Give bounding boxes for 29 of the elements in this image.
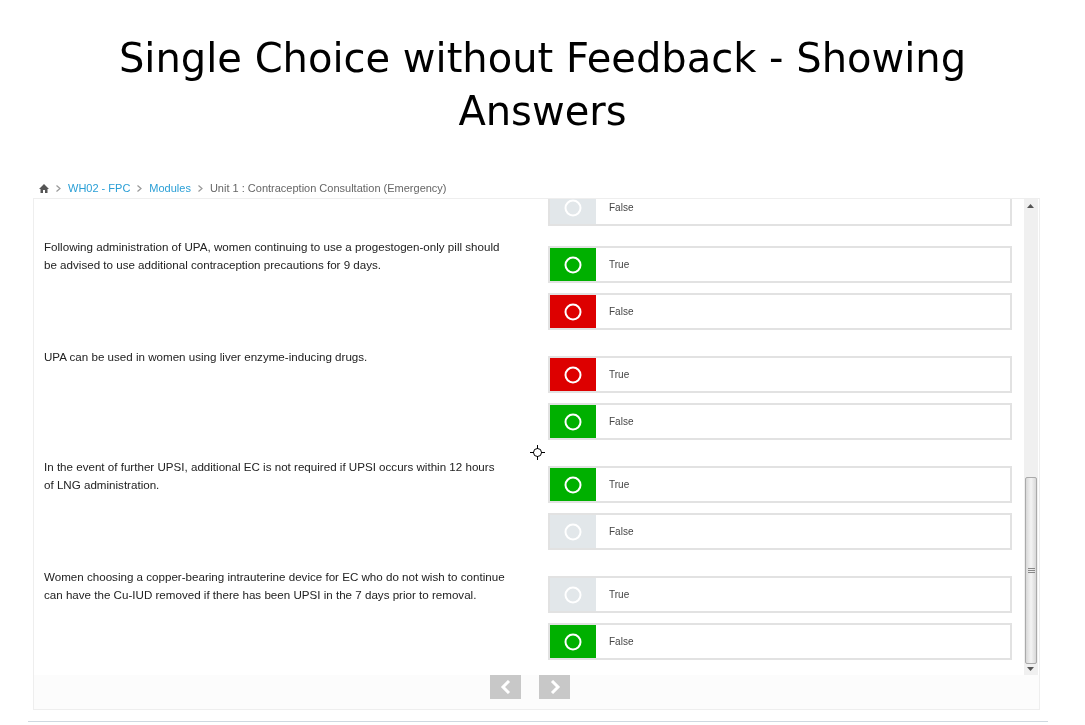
answer-option[interactable]: True bbox=[548, 356, 1012, 393]
answer-option[interactable]: False bbox=[548, 293, 1012, 330]
breadcrumb-current: Unit 1 : Contraception Consultation (Emergency) bbox=[209, 182, 447, 194]
previous-button[interactable] bbox=[490, 675, 521, 699]
answer-option[interactable]: False bbox=[548, 199, 1012, 226]
page-title: Single Choice without Feedback - Showing Answers bbox=[117, 34, 968, 136]
answer-option[interactable]: True bbox=[548, 576, 1012, 613]
question-text: Women choosing a copper-bearing intrauterine device for EC who do not wish to continue can have the Cu-IUD removed if there has been UPSI in the 7 days prior to removal. bbox=[44, 569, 506, 603]
chevron-right-icon bbox=[548, 680, 561, 694]
scrollbar[interactable] bbox=[1024, 199, 1038, 675]
chevron-icon bbox=[137, 184, 143, 192]
answer-option[interactable]: True bbox=[548, 246, 1012, 283]
answer-option[interactable]: True bbox=[548, 466, 1012, 503]
answer-option[interactable]: False bbox=[548, 403, 1012, 440]
question-text: In the event of further UPSI, additional EC is not required if UPSI occurs within 12 hours of LNG administration. bbox=[44, 459, 496, 493]
home-icon[interactable] bbox=[39, 183, 49, 193]
chevron-left-icon bbox=[499, 680, 512, 694]
scroll-down-icon[interactable] bbox=[1027, 667, 1034, 671]
scroll-up-icon[interactable] bbox=[1027, 204, 1034, 208]
crosshair-cursor-icon bbox=[530, 445, 545, 460]
chevron-icon bbox=[56, 184, 61, 192]
question-text: Following administration of UPA, women continuing to use a progestogen-only pill should be advised to use additional contraception precautions for 9 days. bbox=[44, 239, 501, 273]
answer-option[interactable]: False bbox=[548, 623, 1012, 660]
chevron-icon bbox=[197, 184, 203, 192]
answer-option[interactable]: False bbox=[548, 513, 1012, 550]
question-text: UPA can be used in women using liver enzyme-inducing drugs. bbox=[44, 349, 369, 365]
next-button[interactable] bbox=[539, 675, 570, 699]
scroll-thumb[interactable] bbox=[1025, 477, 1037, 664]
grip-icon bbox=[1027, 568, 1035, 573]
